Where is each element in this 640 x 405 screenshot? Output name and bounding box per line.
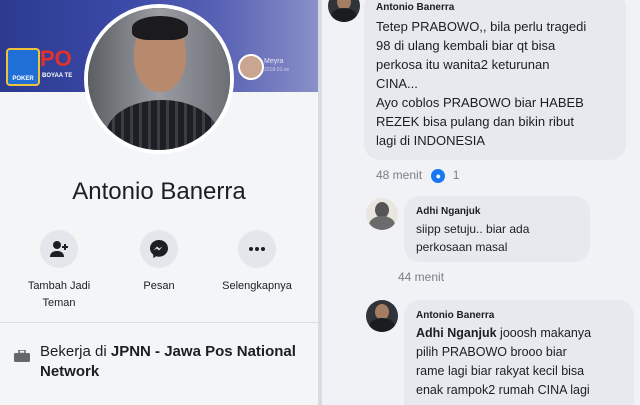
comment-line: siipp setuju.. biar ada	[416, 222, 530, 236]
comment-line: perkosa itu wanita2 keturunan	[376, 57, 550, 72]
add-friend-button[interactable]: Tambah Jadi Teman	[14, 230, 104, 312]
reply-bubble: Adhi Nganjuk siipp setuju.. biar ada per…	[404, 196, 590, 262]
add-friend-label: Tambah Jadi Teman	[27, 280, 91, 309]
work-prefix: Bekerja di	[40, 343, 111, 360]
comment-text: Tetep PRABOWO,, bila perlu tragedi 98 di…	[376, 17, 614, 150]
profile-avatar[interactable]	[84, 4, 234, 154]
game-logo-text: POKER	[12, 76, 34, 82]
like-count: 1	[452, 168, 460, 182]
reply-author[interactable]: Adhi Nganjuk	[416, 206, 578, 217]
reply-text: siipp setuju.. biar ada perkosaan masal	[416, 220, 578, 256]
comment-line: 98 di ulang kembali biar qt bisa	[376, 38, 556, 53]
briefcase-icon	[14, 350, 30, 362]
comment-line: CINA...	[376, 76, 418, 91]
divider	[0, 322, 318, 323]
comment-line: pilih PRABOWO brooo biar	[416, 345, 567, 359]
work-info: Bekerja di JPNN - Jawa Pos National Netw…	[40, 342, 310, 382]
comment-line: perkosaan masal	[416, 240, 508, 254]
game-logo: POKER	[6, 48, 40, 86]
game-subtitle: BOYAA TE	[42, 73, 73, 79]
profile-name: Antonio Banerra	[72, 178, 246, 205]
friend-sub: 2018-01-xx	[264, 67, 290, 73]
comment-author[interactable]: Antonio Banerra	[376, 2, 614, 13]
message-button[interactable]: Pesan	[114, 230, 204, 295]
reply-text: Adhi Nganjuk jooosh makanya pilih PRABOW…	[416, 324, 622, 400]
commenter-avatar[interactable]	[366, 198, 398, 230]
messenger-icon	[150, 240, 168, 258]
more-label: Selengkapnya	[222, 280, 292, 292]
more-icon	[249, 247, 265, 251]
comment-bubble: Antonio Banerra Tetep PRABOWO,, bila per…	[364, 0, 626, 160]
add-friend-icon	[50, 241, 68, 257]
comments-panel: Antonio Banerra Tetep PRABOWO,, bila per…	[322, 0, 640, 405]
comment-line: Ayo coblos PRABOWO biar HABEB	[376, 95, 584, 110]
reply-author[interactable]: Antonio Banerra	[416, 310, 622, 321]
mention-link[interactable]: Adhi Nganjuk	[416, 326, 497, 340]
comment-time: 48 menit	[376, 168, 423, 182]
comment-line: REZEK bisa pulang dan bikin ribut	[376, 114, 575, 129]
friend-name[interactable]: Meyra	[264, 58, 283, 65]
more-button[interactable]: Selengkapnya	[212, 230, 302, 295]
comment-line: Tetep PRABOWO,, bila perlu tragedi	[376, 19, 587, 34]
like-icon[interactable]: ●	[431, 168, 446, 183]
comment-line: enak rampok2 rumah CINA lagi	[416, 383, 590, 397]
comment-line: rame lagi biar rakyat kecil bisa	[416, 364, 585, 378]
profile-panel: POKER PO BOYAA TE Meyra 2018-01-xx Anton…	[0, 0, 318, 405]
comment-line: jooosh makanya	[496, 326, 592, 340]
reply-time: 44 menit	[398, 270, 445, 284]
reply-bubble: Antonio Banerra Adhi Nganjuk jooosh maka…	[404, 300, 634, 405]
friend-avatar[interactable]	[238, 54, 264, 80]
commenter-avatar[interactable]	[328, 0, 360, 22]
comment-line: lagi di INDONESIA	[376, 133, 486, 148]
game-title: PO	[40, 46, 72, 71]
comment-meta: 48 menit ● 1	[376, 168, 459, 183]
commenter-avatar[interactable]	[366, 300, 398, 332]
message-label: Pesan	[143, 280, 175, 292]
